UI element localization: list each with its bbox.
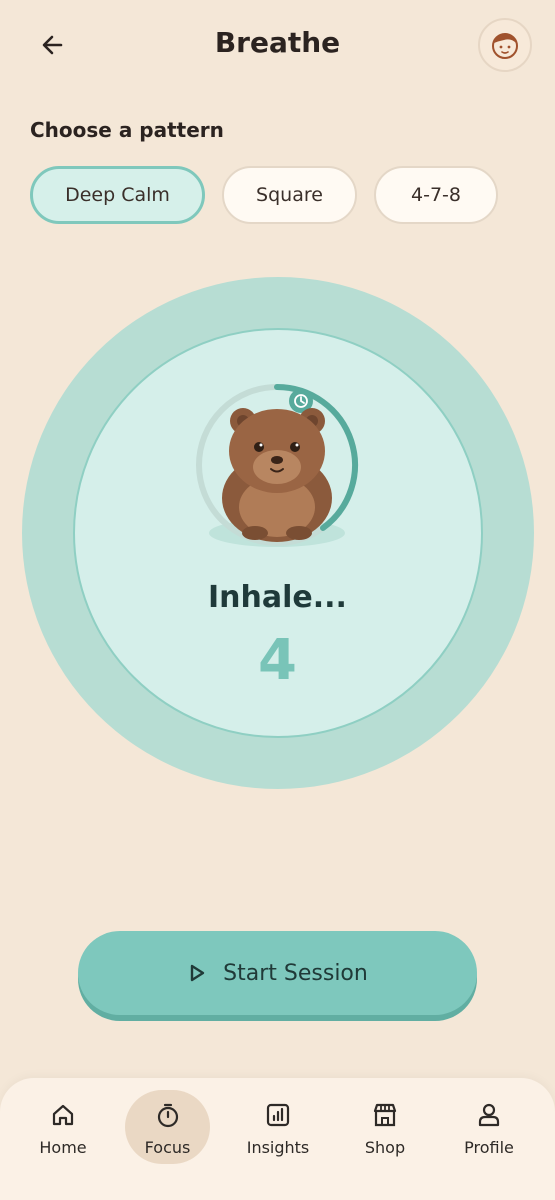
pattern-section-label: Choose a pattern bbox=[30, 118, 224, 142]
nav-item-home[interactable]: Home bbox=[22, 1078, 104, 1200]
chip-label: Deep Calm bbox=[65, 184, 170, 206]
user-icon bbox=[478, 1103, 500, 1127]
mascot-timer bbox=[195, 383, 360, 548]
nav-label-insights: Insights bbox=[246, 1138, 310, 1157]
avatar-face-icon bbox=[492, 33, 518, 59]
nav-item-shop[interactable]: Shop bbox=[345, 1078, 425, 1200]
breath-phase-text: Inhale... bbox=[208, 580, 347, 615]
chip-label: Square bbox=[256, 184, 323, 206]
pattern-chip-deep-calm[interactable]: Deep Calm bbox=[30, 166, 205, 224]
nav-item-profile[interactable]: Profile bbox=[448, 1078, 530, 1200]
nav-label-profile: Profile bbox=[464, 1138, 514, 1157]
chart-icon bbox=[266, 1103, 290, 1127]
home-icon bbox=[52, 1104, 74, 1126]
nav-item-insights[interactable]: Insights bbox=[235, 1078, 321, 1200]
top-bar: Breathe bbox=[0, 0, 555, 92]
nav-label-home: Home bbox=[39, 1138, 87, 1157]
bear-mascot-icon bbox=[196, 384, 359, 547]
start-session-label: Start Session bbox=[223, 960, 368, 986]
nav-label-focus: Focus bbox=[144, 1138, 191, 1157]
breath-count: 4 bbox=[258, 628, 297, 693]
start-session-button[interactable]: Start Session bbox=[78, 931, 477, 1015]
nav-item-focus[interactable]: Focus bbox=[125, 1078, 210, 1200]
chip-label: 4-7-8 bbox=[411, 184, 461, 206]
stopwatch-icon bbox=[157, 1103, 178, 1128]
play-icon bbox=[190, 964, 205, 982]
pattern-chip-4-7-8[interactable]: 4-7-8 bbox=[374, 166, 498, 224]
page-title: Breathe bbox=[214, 26, 341, 59]
store-icon bbox=[373, 1103, 397, 1127]
pattern-chip-square[interactable]: Square bbox=[222, 166, 357, 224]
nav-label-shop: Shop bbox=[364, 1138, 406, 1157]
avatar-button[interactable] bbox=[478, 18, 532, 72]
